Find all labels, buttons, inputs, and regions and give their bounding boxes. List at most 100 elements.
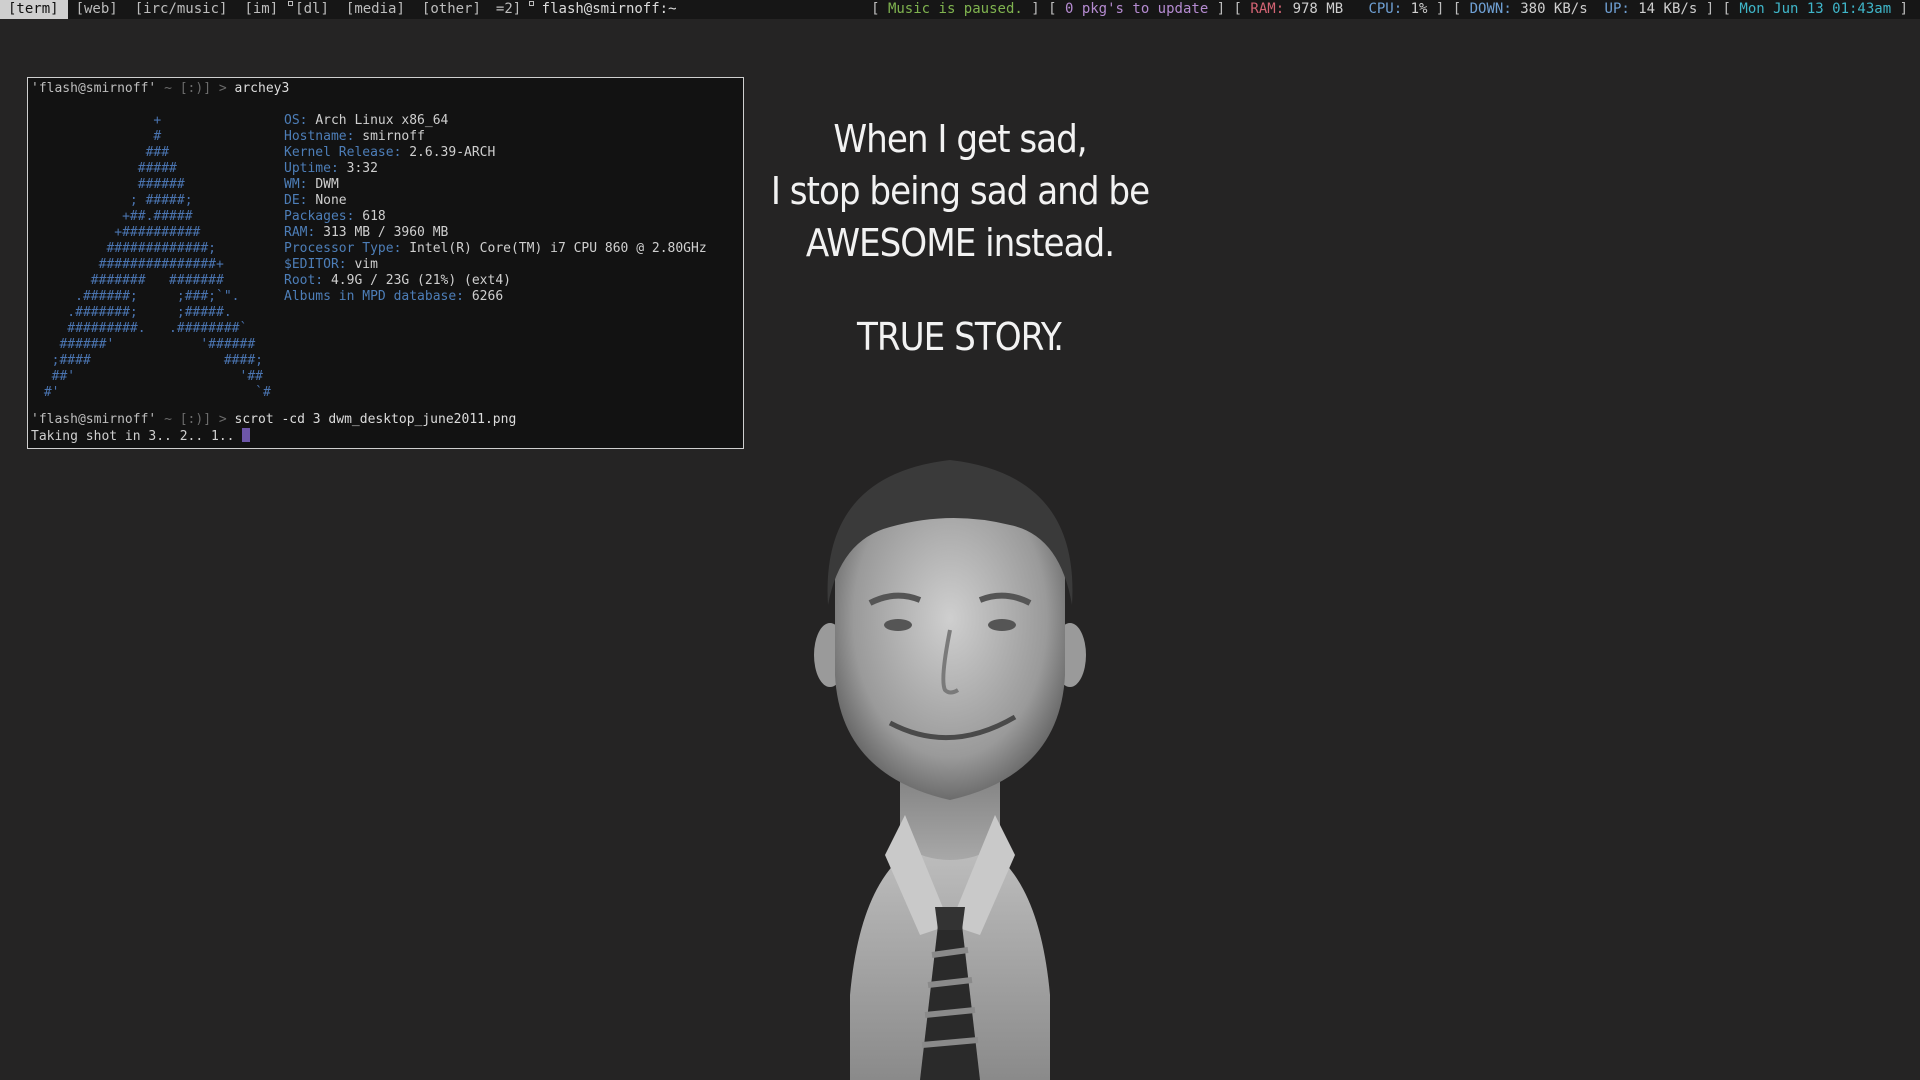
terminal-window[interactable]: 'flash@smirnoff' ~ [:)] > archey3 + # ##… <box>27 77 744 449</box>
info-value: smirnoff <box>362 129 425 144</box>
info-key: $EDITOR: <box>284 257 347 272</box>
info-row: Albums in MPD database: 6266 <box>284 289 707 305</box>
info-row: Root: 4.9G / 23G (21%) (ext4) <box>284 273 707 289</box>
info-value: vim <box>354 257 378 272</box>
tag-web[interactable]: [web] <box>68 0 127 19</box>
prompt-path: ~ [:)] > <box>164 412 227 427</box>
tag-label: [im] <box>244 1 279 17</box>
info-row: Hostname: smirnoff <box>284 129 707 145</box>
ascii-art-line: # <box>36 129 162 144</box>
ascii-art-line: +########## <box>36 225 201 240</box>
cpu-value: 1% <box>1410 1 1428 17</box>
info-row: RAM: 313 MB / 3960 MB <box>284 225 707 241</box>
ascii-art-line: ####### ####### <box>36 273 224 288</box>
info-row: Packages: 618 <box>284 209 707 225</box>
info-value: Intel(R) Core(TM) i7 CPU 860 @ 2.80GHz <box>409 241 707 256</box>
ascii-art-line: ###############+ <box>36 257 224 272</box>
info-key: Packages: <box>284 209 355 224</box>
quote-line: AWESOME instead. <box>805 221 1115 265</box>
info-value: 618 <box>362 209 386 224</box>
info-key: Kernel Release: <box>284 145 402 160</box>
down-label: DOWN: <box>1469 1 1512 17</box>
occupied-indicator-icon <box>288 1 294 6</box>
floating-indicator-icon <box>529 1 535 6</box>
info-value: Arch Linux x86_64 <box>315 113 449 128</box>
quote-tagline: TRUE STORY. <box>857 315 1064 359</box>
ascii-art-line: + <box>36 113 162 128</box>
down-value: 380 KB/s <box>1520 1 1588 17</box>
ascii-art-line: ; #####; <box>36 193 193 208</box>
command-text: scrot -cd 3 dwm_desktop_june2011.png <box>234 412 517 427</box>
ascii-art-line: ######' '###### <box>36 337 256 352</box>
ram-label: RAM: <box>1250 1 1285 17</box>
tag-label: [other] <box>421 1 481 17</box>
up-value: 14 KB/s <box>1638 1 1698 17</box>
ascii-art-line: ###### <box>36 177 185 192</box>
ram-value: 978 MB <box>1292 1 1344 17</box>
ascii-art-line: .######; ;###;`". <box>36 289 240 304</box>
ascii-art-line: +##.##### <box>36 209 193 224</box>
info-row: $EDITOR: vim <box>284 257 707 273</box>
window-title: flash@smirnoff:~ <box>529 0 677 19</box>
tag-label: [term] <box>8 1 59 17</box>
datetime: Mon Jun 13 01:43am <box>1739 1 1892 17</box>
tag-irc-music[interactable]: [irc/music] <box>127 0 237 19</box>
tag-other[interactable]: [other] <box>414 0 490 19</box>
ascii-art-line: ##### <box>36 161 177 176</box>
dwm-status-bar: [term] [web] [irc/music] [im] [dl] [medi… <box>0 0 1920 19</box>
up-label: UP: <box>1604 1 1630 17</box>
prompt-user: 'flash@smirnoff' <box>31 81 157 96</box>
quote-line: I stop being sad and be <box>770 169 1150 213</box>
cpu-label: CPU: <box>1368 1 1403 17</box>
ascii-art-line: ### <box>36 145 170 160</box>
info-row: DE: None <box>284 193 707 209</box>
info-key: OS: <box>284 113 308 128</box>
status-text: [ Music is paused. ] [ 0 pkg's to update… <box>871 1 1908 17</box>
info-key: Hostname: <box>284 129 355 144</box>
info-value: 3:32 <box>346 161 378 176</box>
ascii-art-line: #########. .########` <box>36 321 248 336</box>
info-value: 313 MB / 3960 MB <box>323 225 449 240</box>
tag-term[interactable]: [term] <box>0 0 68 19</box>
tag-label: [web] <box>75 1 118 17</box>
ascii-art-line: #' `# <box>36 385 271 400</box>
wallpaper-quote: When I get sad, I stop being sad and be … <box>740 113 1180 363</box>
ascii-art-line: .#######; ;#####. <box>36 305 232 320</box>
terminal-cursor <box>242 428 251 442</box>
info-key: Albums in MPD database: <box>284 289 465 304</box>
info-key: WM: <box>284 177 308 192</box>
command-output: Taking shot in 3.. 2.. 1.. <box>31 429 235 444</box>
tag-label: [dl] <box>295 1 329 17</box>
tag-media[interactable]: [media] <box>338 0 414 19</box>
ascii-art-line: ;#### ####; <box>36 353 263 368</box>
info-row: WM: DWM <box>284 177 707 193</box>
ascii-art-line: ##' '## <box>36 369 263 384</box>
prompt-line-2: 'flash@smirnoff' ~ [:)] > scrot -cd 3 dw… <box>31 412 516 444</box>
system-info: OS: Arch Linux x86_64 Hostname: smirnoff K… <box>284 113 707 305</box>
arch-logo-ascii-art: + # ### ##### ###### ; #####; +##.##### … <box>36 113 271 401</box>
music-status: Music is paused. <box>887 1 1023 17</box>
info-row: Uptime: 3:32 <box>284 161 707 177</box>
info-key: Processor Type: <box>284 241 402 256</box>
info-key: DE: <box>284 193 308 208</box>
info-row: Kernel Release: 2.6.39-ARCH <box>284 145 707 161</box>
tag-label: [irc/music] <box>134 1 228 17</box>
tag-label: [media] <box>345 1 405 17</box>
info-row: OS: Arch Linux x86_64 <box>284 113 707 129</box>
info-row: Processor Type: Intel(R) Core(TM) i7 CPU… <box>284 241 707 257</box>
prompt-user: 'flash@smirnoff' <box>31 412 157 427</box>
ascii-art-line: #############; <box>36 241 217 256</box>
prompt-line: 'flash@smirnoff' ~ [:)] > archey3 <box>31 81 743 97</box>
info-value: DWM <box>315 177 339 192</box>
info-value: 6266 <box>471 289 504 304</box>
info-key: RAM: <box>284 225 316 240</box>
info-value: 4.9G / 23G (21%) (ext4) <box>330 273 511 288</box>
pkg-status: 0 pkg's to update <box>1064 1 1209 17</box>
window-title-text: flash@smirnoff:~ <box>541 1 677 17</box>
layout-indicator[interactable]: =2] <box>490 0 529 19</box>
portrait-photo <box>814 460 1086 1080</box>
info-value: None <box>315 193 347 208</box>
tag-im[interactable]: [im] <box>236 0 287 19</box>
tag-dl[interactable]: [dl] <box>287 0 338 19</box>
prompt-path: ~ [:)] > <box>164 81 227 96</box>
